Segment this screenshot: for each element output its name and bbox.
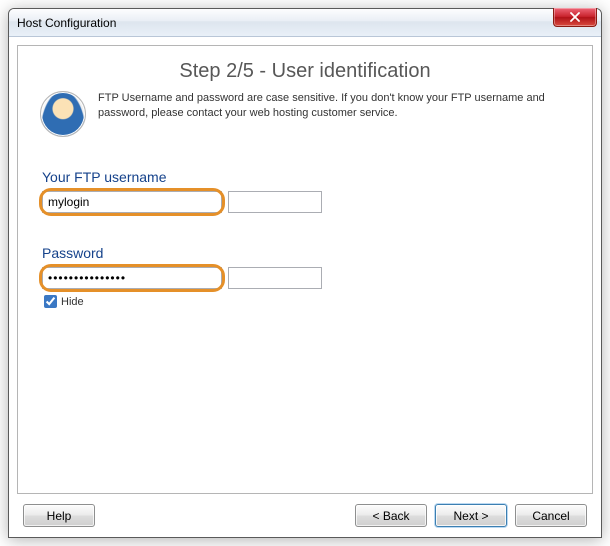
close-icon: [569, 12, 581, 22]
username-input-extra[interactable]: [228, 191, 322, 213]
intro-row: FTP Username and password are case sensi…: [18, 89, 592, 147]
step-heading: Step 2/5 - User identification: [18, 60, 592, 83]
password-input-extra[interactable]: [228, 267, 322, 289]
username-block: Your FTP username: [42, 169, 592, 213]
hide-checkbox[interactable]: [44, 295, 57, 308]
password-input[interactable]: [42, 267, 222, 289]
wizard-panel: Step 2/5 - User identification FTP Usern…: [17, 45, 593, 494]
close-button[interactable]: [553, 8, 597, 27]
hide-label: Hide: [61, 296, 84, 308]
password-block: Password Hide: [42, 245, 592, 308]
window-title: Host Configuration: [17, 16, 116, 30]
username-input[interactable]: [42, 191, 222, 213]
password-label: Password: [42, 245, 592, 261]
user-avatar-icon: [40, 91, 86, 137]
titlebar[interactable]: Host Configuration: [9, 9, 601, 37]
help-button[interactable]: Help: [23, 504, 95, 527]
host-configuration-window: Host Configuration Step 2/5 - User ident…: [8, 8, 602, 538]
form-area: Your FTP username Password: [18, 147, 592, 340]
cancel-button[interactable]: Cancel: [515, 504, 587, 527]
window-controls: [553, 9, 601, 36]
wizard-footer: Help < Back Next > Cancel: [17, 494, 593, 529]
hide-checkbox-row[interactable]: Hide: [42, 295, 592, 308]
back-button[interactable]: < Back: [355, 504, 427, 527]
username-label: Your FTP username: [42, 169, 592, 185]
client-area: Step 2/5 - User identification FTP Usern…: [9, 37, 601, 537]
intro-text: FTP Username and password are case sensi…: [98, 91, 570, 137]
next-button[interactable]: Next >: [435, 504, 507, 527]
